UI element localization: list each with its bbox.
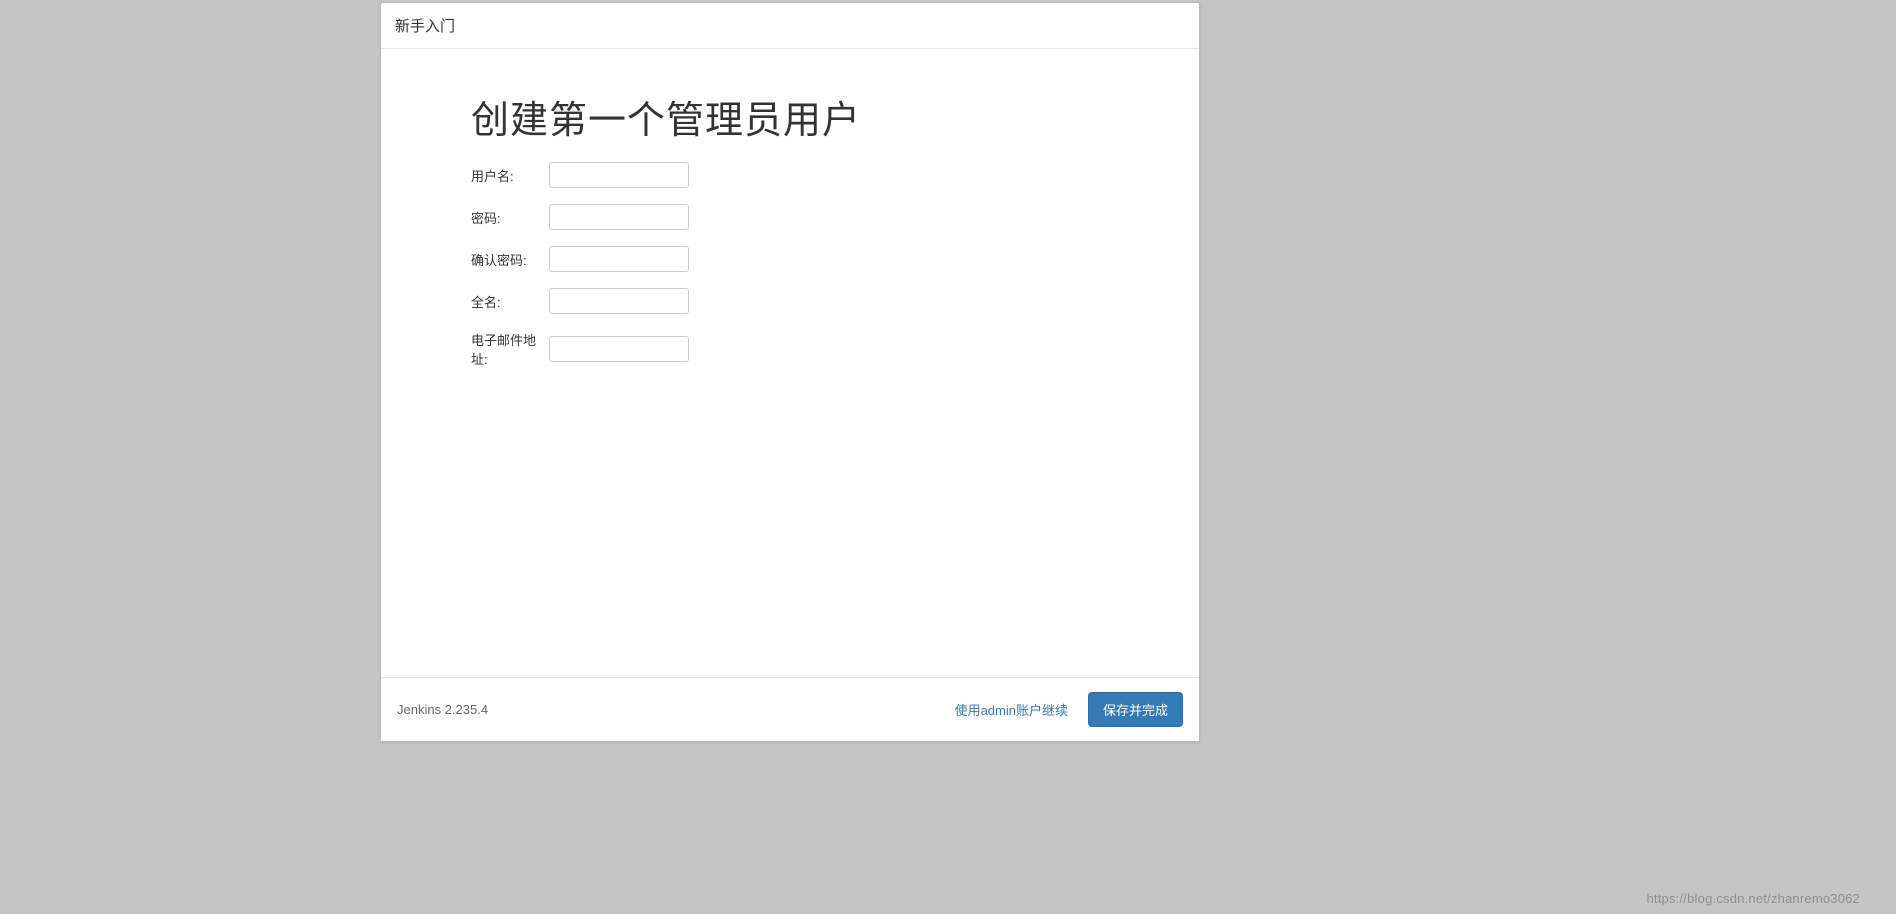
password-label: 密码: bbox=[471, 208, 549, 227]
continue-as-admin-button[interactable]: 使用admin账户继续 bbox=[951, 694, 1072, 725]
save-and-finish-button[interactable]: 保存并完成 bbox=[1088, 692, 1183, 727]
form-row-password: 密码: bbox=[471, 204, 1109, 230]
username-label: 用户名: bbox=[471, 166, 549, 185]
modal-footer: Jenkins 2.235.4 使用admin账户继续 保存并完成 bbox=[381, 677, 1199, 741]
modal-header: 新手入门 bbox=[381, 3, 1199, 49]
password-input[interactable] bbox=[549, 204, 689, 230]
confirm-password-input[interactable] bbox=[549, 246, 689, 272]
watermark-text: https://blog.csdn.net/zhanremo3062 bbox=[1647, 891, 1861, 906]
footer-actions: 使用admin账户继续 保存并完成 bbox=[951, 692, 1183, 727]
username-input[interactable] bbox=[549, 162, 689, 188]
form-row-username: 用户名: bbox=[471, 162, 1109, 188]
form-row-fullname: 全名: bbox=[471, 288, 1109, 314]
email-label: 电子邮件地址: bbox=[471, 330, 549, 368]
page-title: 创建第一个管理员用户 bbox=[471, 89, 1109, 144]
fullname-label: 全名: bbox=[471, 292, 549, 311]
modal-title: 新手入门 bbox=[395, 18, 455, 35]
confirm-password-label: 确认密码: bbox=[471, 250, 549, 269]
setup-wizard-modal: 新手入门 创建第一个管理员用户 用户名: 密码: 确认密码: 全名: 电子邮件地… bbox=[380, 2, 1200, 742]
email-input[interactable] bbox=[549, 336, 689, 362]
fullname-input[interactable] bbox=[549, 288, 689, 314]
modal-body: 创建第一个管理员用户 用户名: 密码: 确认密码: 全名: 电子邮件地址: bbox=[381, 49, 1199, 677]
form-row-confirm-password: 确认密码: bbox=[471, 246, 1109, 272]
version-label: Jenkins 2.235.4 bbox=[397, 702, 488, 717]
form-row-email: 电子邮件地址: bbox=[471, 330, 1109, 368]
